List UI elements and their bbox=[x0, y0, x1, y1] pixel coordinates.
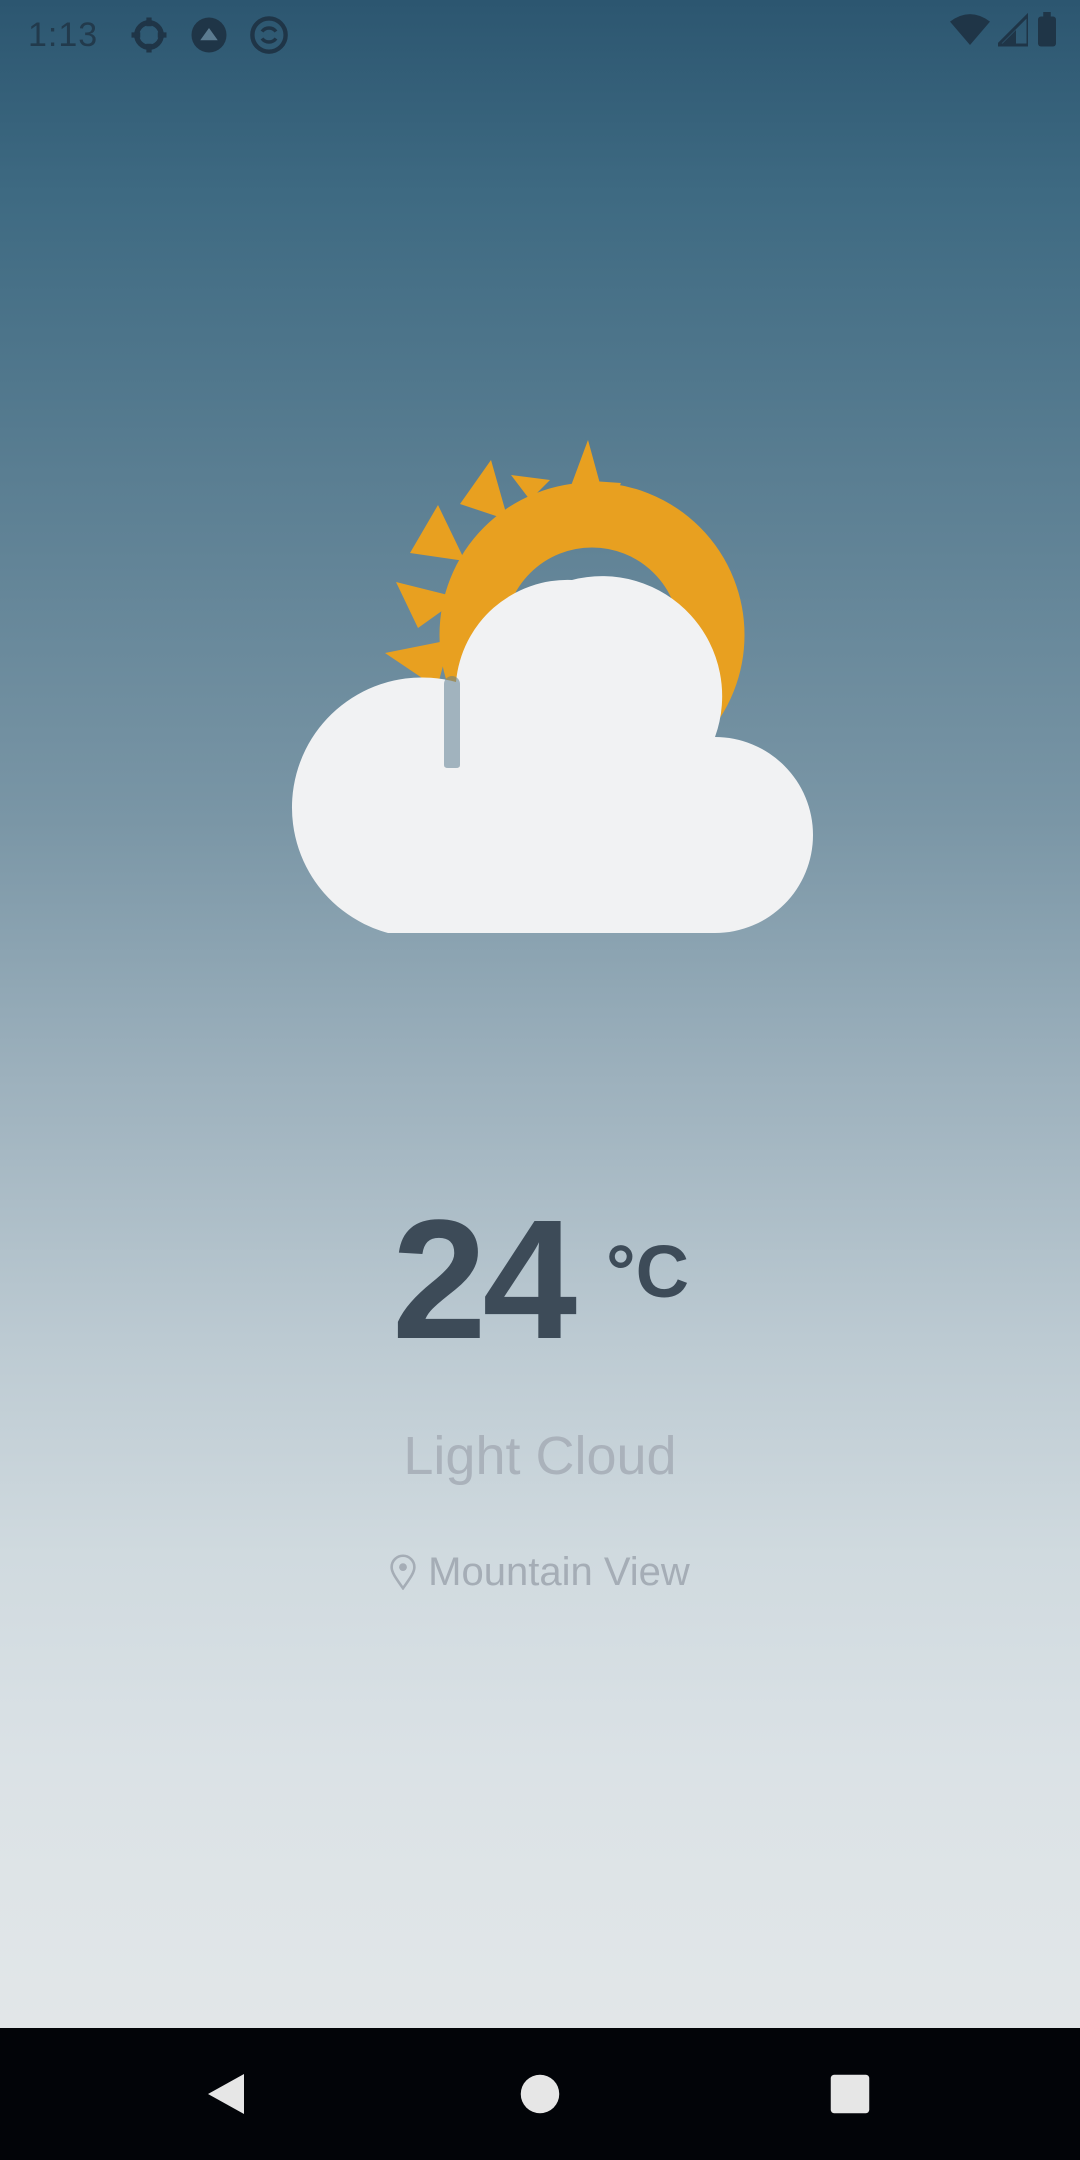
temperature-unit: °C bbox=[606, 1230, 690, 1313]
home-icon bbox=[520, 2074, 560, 2114]
temperature-value: 24 bbox=[392, 1185, 577, 1375]
back-button[interactable] bbox=[194, 2062, 258, 2126]
battery-icon bbox=[1038, 12, 1056, 47]
settings-gear-icon bbox=[131, 17, 167, 53]
recents-icon bbox=[830, 2074, 870, 2114]
recents-button[interactable] bbox=[818, 2062, 882, 2126]
location: Mountain View bbox=[0, 1548, 1080, 1596]
navigation-bar bbox=[0, 2028, 1080, 2160]
location-pin-icon bbox=[390, 1554, 416, 1590]
cell-signal-icon bbox=[998, 12, 1028, 47]
back-icon bbox=[208, 2074, 244, 2114]
status-notification-icons bbox=[128, 14, 290, 56]
home-button[interactable] bbox=[508, 2062, 572, 2126]
wifi-icon bbox=[950, 14, 990, 45]
status-system-icons bbox=[950, 12, 1058, 48]
status-time: 1:13 bbox=[28, 16, 99, 54]
status-bar: 1:13 bbox=[0, 0, 1080, 72]
notification-circle-icon bbox=[191, 17, 227, 53]
temperature-display: 24 °C bbox=[0, 1185, 1080, 1375]
weather-condition: Light Cloud bbox=[403, 1426, 677, 1486]
partly-cloudy-icon bbox=[291, 440, 813, 933]
location-name: Mountain View bbox=[428, 1550, 690, 1594]
sync-circle-icon bbox=[250, 16, 288, 54]
